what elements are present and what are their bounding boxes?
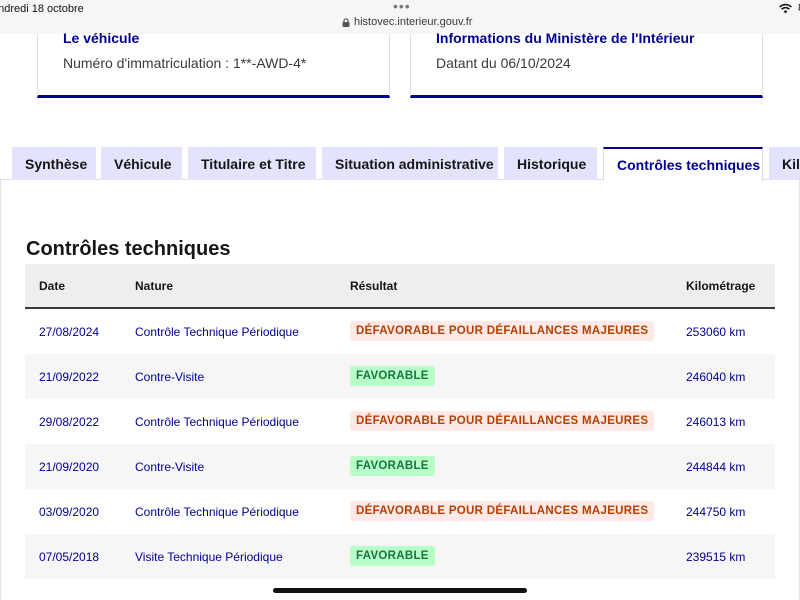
table-header: Date Nature Résultat Kilométrage xyxy=(25,264,775,309)
tab-label: Titulaire et Titre xyxy=(201,155,306,172)
row-date: 03/09/2020 xyxy=(39,505,100,519)
lock-icon xyxy=(342,17,350,27)
result-badge: DÉFAVORABLE POUR DÉFAILLANCES MAJEURES xyxy=(350,321,655,341)
url-text: histovec.interieur.gouv.fr xyxy=(354,16,473,28)
table-row: 03/09/2020 Contrôle Technique Périodique… xyxy=(25,489,775,534)
row-mileage: 244750 km xyxy=(686,505,746,519)
row-nature: Contrôle Technique Périodique xyxy=(135,505,299,519)
tab-kilometrage[interactable]: Kilo xyxy=(769,147,800,180)
data-date: Datant du 06/10/2024 xyxy=(436,55,571,71)
result-badge: FAVORABLE xyxy=(350,456,435,476)
tab-synthese[interactable]: Synthèse xyxy=(12,147,96,180)
tab-label: Contrôles techniques xyxy=(617,157,761,173)
row-mileage: 246013 km xyxy=(686,415,746,429)
header-mileage: Kilométrage xyxy=(686,279,756,293)
tab-controles-techniques[interactable]: Contrôles techniques xyxy=(603,147,763,181)
row-nature: Contre-Visite xyxy=(135,460,205,474)
header-date: Date xyxy=(39,279,66,293)
table-row: 29/08/2022 Contrôle Technique Périodique… xyxy=(25,399,775,444)
tab-bar: Synthèse Véhicule Titulaire et Titre Sit… xyxy=(0,147,800,181)
ministry-card-title: Informations du Ministère de l'Intérieur xyxy=(436,30,695,46)
status-right: 8 xyxy=(779,2,800,14)
row-nature: Contre-Visite xyxy=(135,370,205,384)
row-date: 27/08/2024 xyxy=(39,325,100,339)
status-bar: endredi 18 octobre ••• histovec.interieu… xyxy=(0,0,800,34)
row-nature: Contrôle Technique Périodique xyxy=(135,415,299,429)
tab-label: Synthèse xyxy=(25,155,88,172)
row-nature: Contrôle Technique Périodique xyxy=(135,325,299,339)
row-mileage: 246040 km xyxy=(686,370,746,384)
tab-vehicule[interactable]: Véhicule xyxy=(101,147,182,180)
home-indicator[interactable] xyxy=(273,588,527,593)
table-row: 27/08/2024 Contrôle Technique Périodique… xyxy=(25,309,775,354)
tab-titulaire[interactable]: Titulaire et Titre xyxy=(188,147,316,180)
tab-label: Kilo xyxy=(782,155,800,172)
row-date: 07/05/2018 xyxy=(39,550,100,564)
tab-label: Situation administrative xyxy=(335,155,494,172)
registration-number: Numéro d'immatriculation : 1**-AWD-4* xyxy=(63,55,307,71)
header-nature: Nature xyxy=(135,279,174,293)
technical-inspections-table: Date Nature Résultat Kilométrage 27/08/2… xyxy=(25,264,775,579)
vehicle-card-title: Le véhicule xyxy=(63,30,140,46)
header-result: Résultat xyxy=(350,279,398,293)
row-date: 21/09/2020 xyxy=(39,460,100,474)
row-mileage: 244844 km xyxy=(686,460,746,474)
result-badge: DÉFAVORABLE POUR DÉFAILLANCES MAJEURES xyxy=(350,501,655,521)
tab-situation-administrative[interactable]: Situation administrative xyxy=(322,147,498,180)
row-date: 29/08/2022 xyxy=(39,415,100,429)
more-dots-icon[interactable]: ••• xyxy=(393,0,411,14)
row-mileage: 239515 km xyxy=(686,550,746,564)
vehicle-card: Le véhicule Numéro d'immatriculation : 1… xyxy=(37,30,390,98)
row-mileage: 253060 km xyxy=(686,325,746,339)
result-badge: DÉFAVORABLE POUR DÉFAILLANCES MAJEURES xyxy=(350,411,655,431)
result-badge: FAVORABLE xyxy=(350,366,435,386)
address-bar[interactable]: histovec.interieur.gouv.fr xyxy=(342,16,472,28)
tab-label: Historique xyxy=(517,155,587,172)
row-nature: Visite Technique Périodique xyxy=(135,550,283,564)
tab-historique[interactable]: Historique xyxy=(504,147,597,180)
section-title: Contrôles techniques xyxy=(26,238,231,260)
status-date: endredi 18 octobre xyxy=(0,3,84,15)
result-badge: FAVORABLE xyxy=(350,546,435,566)
table-row: 07/05/2018 Visite Technique Périodique F… xyxy=(25,534,775,579)
ministry-info-card: Informations du Ministère de l'Intérieur… xyxy=(410,30,763,98)
tab-label: Véhicule xyxy=(114,155,172,172)
row-date: 21/09/2022 xyxy=(39,370,100,384)
table-row: 21/09/2022 Contre-Visite FAVORABLE 24604… xyxy=(25,354,775,399)
table-row: 21/09/2020 Contre-Visite FAVORABLE 24484… xyxy=(25,444,775,489)
wifi-icon xyxy=(779,3,792,13)
